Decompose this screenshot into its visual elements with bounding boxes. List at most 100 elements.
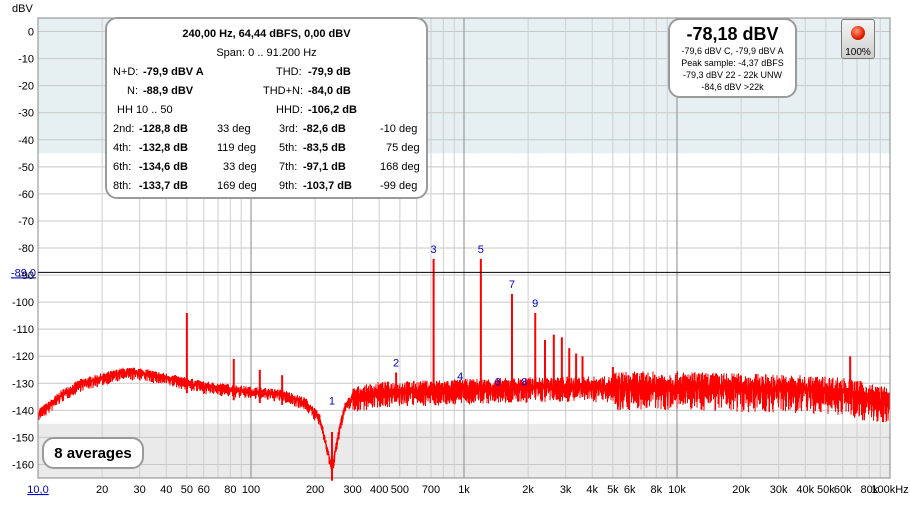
x-tick-label: 20k — [732, 484, 750, 496]
y-tick-label: -120 — [12, 351, 34, 363]
harmonic-5-value: -83,5 dB — [303, 142, 346, 154]
x-tick-label: 20 — [96, 484, 108, 496]
hh-range-label: HH 10 .. 50 — [117, 104, 173, 116]
distortion-stats-panel: 240,00 Hz, 64,44 dBFS, 0,00 dBV Span: 0 … — [105, 17, 428, 199]
y-tick-label: -30 — [18, 108, 34, 120]
level-above-22k: -84,6 dBV >22k — [701, 82, 764, 92]
x-tick-label: 80 — [224, 484, 236, 496]
x-tick-label: 1k — [458, 484, 470, 496]
harmonic-marker: 9 — [532, 298, 538, 310]
y-tick-label: -40 — [18, 135, 34, 147]
nd-value: -79,9 dBV A — [143, 66, 204, 78]
x-tick-label: 400 — [370, 484, 388, 496]
harmonic-8-phase: 169 deg — [217, 180, 257, 192]
harmonic-marker: 2 — [393, 357, 399, 369]
y-tick-label: -70 — [18, 216, 34, 228]
x-tick-label: 30 — [134, 484, 146, 496]
y-tick-label: -50 — [18, 162, 34, 174]
x-tick-label: 8k — [651, 484, 663, 496]
thd-value: -79,9 dB — [308, 66, 351, 78]
record-percent: 100% — [845, 47, 871, 58]
harmonic-3-label: 3rd: — [279, 123, 298, 135]
averages-label: 8 averages — [54, 445, 132, 462]
y-tick-label: -140 — [12, 405, 34, 417]
x-tick-label: 10k — [668, 484, 686, 496]
y-tick-label: -160 — [12, 459, 34, 471]
harmonic-marker: 1 — [329, 395, 335, 407]
x-tick-label: 300 — [343, 484, 361, 496]
harmonic-8-value: -133,7 dB — [139, 180, 188, 192]
y-axis-unit-label: dBV — [12, 3, 33, 15]
thd-label: THD: — [276, 66, 302, 78]
y-tick-label: -90 — [18, 270, 34, 282]
thdn-value: -84,0 dB — [308, 85, 351, 97]
x-tick-label: 6k — [624, 484, 636, 496]
level-unweighted: -79,3 dBV 22 - 22k UNW — [682, 70, 783, 80]
harmonic-marker: 7 — [509, 279, 515, 291]
x-tick-label: 100 — [242, 484, 260, 496]
level-readout-panel: -78,18 dBV -79,6 dBV C, -79,9 dBV A Peak… — [668, 18, 797, 98]
y-tick-label: -150 — [12, 432, 34, 444]
thdn-label: THD+N: — [263, 85, 304, 97]
harmonic-5-label: 5th: — [279, 142, 298, 154]
x-tick-label: 50k — [817, 484, 835, 496]
harmonic-9-label: 9th: — [279, 180, 298, 192]
harmonic-marker: 4 — [457, 371, 463, 383]
y-tick-label: -100 — [12, 297, 34, 309]
spectrum-analyzer: -89,0 0 -10 -20 -30 -40 -50 -60 -70 -80 -90 -100 -1… — [0, 0, 910, 500]
y-tick-label: -130 — [12, 378, 34, 390]
hhd-value: -106,2 dB — [308, 104, 357, 116]
hhd-label: HHD: — [276, 104, 303, 116]
harmonic-8-label: 8th: — [113, 180, 132, 192]
x-tick-label: 50 — [181, 484, 193, 496]
x-tick-label: 4k — [586, 484, 598, 496]
x-tick-label: 60k — [834, 484, 852, 496]
x-tick-label: 40 — [160, 484, 172, 496]
harmonic-4-label: 4th: — [113, 142, 132, 154]
harmonic-9-value: -103,7 dB — [303, 180, 352, 192]
x-tick-label: 2k — [522, 484, 534, 496]
x-min-label: 10,0 — [27, 484, 48, 496]
n-label: N: — [127, 85, 138, 97]
harmonic-3-phase: -10 deg — [380, 123, 418, 135]
harmonic-2-phase: 33 deg — [217, 123, 251, 135]
harmonic-6-value: -134,6 dB — [139, 161, 188, 173]
nd-label: N+D: — [113, 66, 139, 78]
n-value: -88,9 dBV — [143, 85, 194, 97]
y-tick-label: -110 — [13, 324, 34, 336]
harmonic-marker: 5 — [478, 244, 484, 256]
x-tick-label: 500 — [391, 484, 409, 496]
harmonic-2-label: 2nd: — [113, 123, 135, 135]
x-tick-label: 30k — [770, 484, 788, 496]
harmonic-2-value: -128,8 dB — [139, 123, 188, 135]
y-tick-label: -80 — [18, 243, 34, 255]
x-tick-label: 3k — [560, 484, 572, 496]
level-peak-sample: Peak sample: -4,37 dBFS — [681, 58, 784, 68]
harmonic-9-phase: -99 deg — [380, 180, 418, 192]
harmonic-7-value: -97,1 dB — [303, 161, 346, 173]
x-tick-label: 700 — [422, 484, 440, 496]
x-tick-label: 5k — [607, 484, 619, 496]
y-tick-label: 0 — [28, 27, 34, 39]
harmonic-5-phase: 75 deg — [386, 142, 420, 154]
harmonic-6-phase: 33 deg — [223, 161, 257, 173]
x-tick-label: 40k — [796, 484, 814, 496]
record-led-icon — [851, 26, 865, 40]
harmonic-4-phase: 119 deg — [217, 142, 256, 154]
level-weighted: -79,6 dBV C, -79,9 dBV A — [681, 46, 784, 56]
harmonic-7-phase: 168 deg — [380, 161, 420, 173]
harmonic-7-label: 7th: — [279, 161, 298, 173]
y-tick-label: -60 — [18, 189, 34, 201]
harmonic-4-value: -132,8 dB — [139, 142, 188, 154]
x-tick-label: 100kHz — [871, 484, 908, 496]
harmonic-marker: 3 — [431, 244, 437, 256]
stats-span: Span: 0 .. 91.200 Hz — [216, 47, 317, 59]
record-button[interactable]: 100% — [841, 19, 875, 59]
harmonic-6-label: 6th: — [113, 161, 132, 173]
y-tick-label: -10 — [18, 54, 34, 66]
harmonic-marker: 8 — [521, 376, 527, 388]
level-main-value: -78,18 dBV — [686, 24, 779, 44]
x-tick-label: 60 — [198, 484, 210, 496]
harmonic-3-value: -82,6 dB — [303, 123, 346, 135]
y-tick-label: -20 — [18, 81, 34, 93]
